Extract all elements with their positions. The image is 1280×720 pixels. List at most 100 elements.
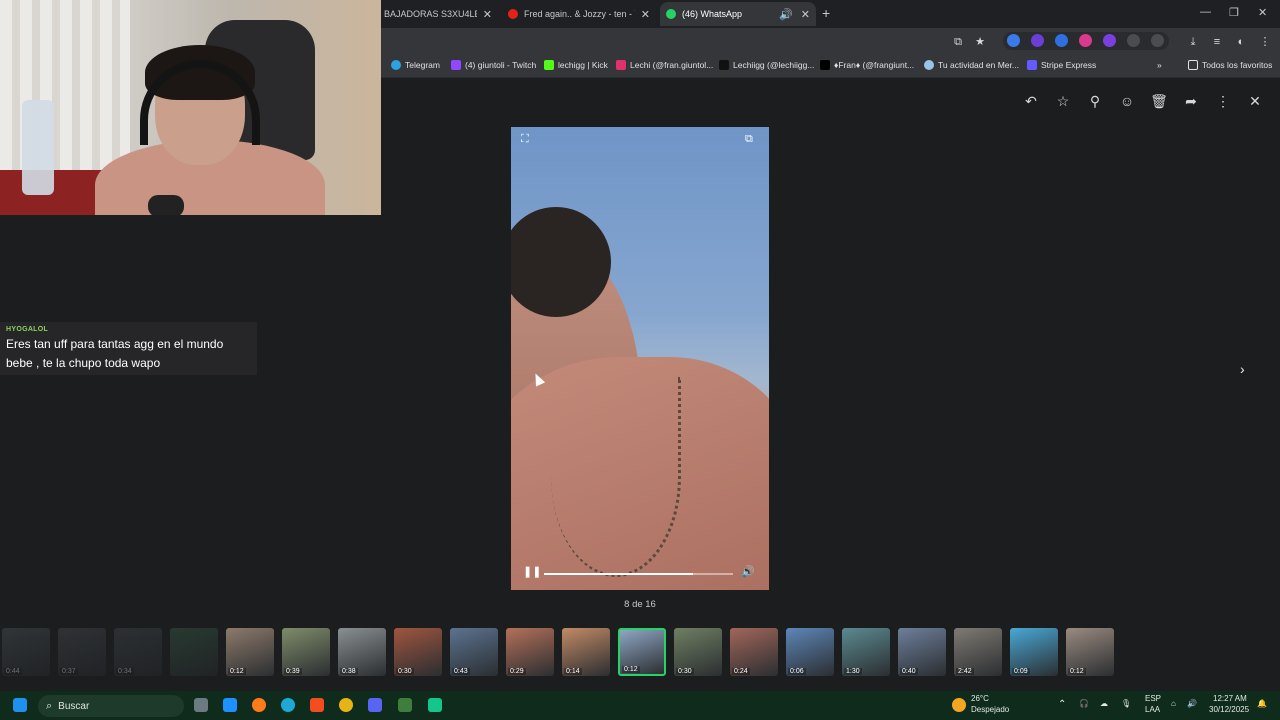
bookmark-tiktok[interactable]: Lechiigg (@lechiigg... — [719, 60, 814, 70]
close-viewer-icon[interactable]: ✕ — [1246, 93, 1264, 110]
bookmark-mercadolibre[interactable]: Tu actividad en Mer... — [924, 60, 1019, 70]
puzzle-icon[interactable] — [1151, 34, 1164, 47]
media-thumbnail[interactable] — [170, 628, 218, 676]
task-view-icon[interactable] — [194, 698, 208, 712]
media-thumbnail[interactable]: 0:24 — [730, 628, 778, 676]
language[interactable]: ESP — [1145, 694, 1161, 703]
tab-2[interactable]: Fred again.. & Jozzy - ten - You ✕ — [502, 2, 656, 26]
extension-icon[interactable] — [1031, 34, 1044, 47]
tab-1[interactable]: BAJADORAS S3XU4LES qu ✕ — [378, 2, 498, 26]
close-window-icon[interactable]: ✕ — [1258, 6, 1267, 19]
picture-in-picture-icon[interactable]: ⧉ — [745, 133, 753, 146]
media-thumbnail[interactable]: 0:34 — [114, 628, 162, 676]
media-icon[interactable]: ≡ — [1210, 35, 1224, 49]
star-icon[interactable]: ★ — [973, 35, 987, 49]
pin-icon[interactable]: ⚲ — [1086, 93, 1104, 110]
microphone-tray-icon[interactable]: 🎙 — [1121, 699, 1131, 708]
bookmark-instagram[interactable]: Lechi (@fran.giuntol... — [616, 60, 713, 70]
extension-icon[interactable] — [1007, 34, 1020, 47]
x-icon — [820, 60, 830, 70]
bookmark-telegram[interactable]: Telegram — [391, 60, 440, 70]
thumbnail-duration: 0:44 — [4, 668, 22, 675]
reply-icon[interactable]: ↶ — [1022, 93, 1040, 110]
notifications-icon[interactable]: 🔔 — [1257, 699, 1267, 708]
app-icon[interactable] — [398, 698, 412, 712]
thumbnail-duration: 0:12 — [228, 668, 246, 675]
bookmark-label: lechigg | Kick — [558, 60, 608, 70]
media-thumbnail[interactable]: 0:40 — [898, 628, 946, 676]
bookmark-x[interactable]: ♦Fran♦ (@frangiunt... — [820, 60, 914, 70]
media-thumbnail[interactable]: 0:43 — [450, 628, 498, 676]
more-options-icon[interactable]: ⋮ — [1214, 93, 1232, 110]
minimize-icon[interactable]: — — [1200, 6, 1211, 18]
weather-icon[interactable] — [952, 698, 966, 712]
media-thumbnail[interactable]: 1:30 — [842, 628, 890, 676]
media-thumbnail[interactable]: 0:12 — [1066, 628, 1114, 676]
thumbnail-duration: 0:37 — [60, 668, 78, 675]
more-bookmarks-icon[interactable]: » — [1157, 60, 1162, 70]
bookmark-twitch[interactable]: (4) giuntoli - Twitch — [451, 60, 536, 70]
close-icon[interactable]: ✕ — [641, 8, 650, 21]
bookmark-stripe[interactable]: Stripe Express — [1027, 60, 1096, 70]
media-thumbnail[interactable]: 0:30 — [674, 628, 722, 676]
media-thumbnail[interactable]: 0:30 — [394, 628, 442, 676]
volume-icon[interactable]: 🔊 — [741, 565, 755, 578]
chevron-up-icon[interactable]: ⌃ — [1058, 699, 1066, 710]
app-icon[interactable] — [428, 698, 442, 712]
fullscreen-icon[interactable]: ⛶ — [521, 133, 529, 146]
all-bookmarks[interactable]: Todos los favoritos — [1188, 60, 1272, 70]
install-app-icon[interactable]: ⧉ — [951, 35, 965, 49]
discord-icon[interactable] — [368, 698, 382, 712]
extension-icon[interactable] — [1127, 34, 1140, 47]
video-player[interactable]: ⛶ ⧉ ❚❚ 🔊 — [511, 127, 769, 590]
media-thumbnail[interactable]: 0:39 — [282, 628, 330, 676]
menu-icon[interactable]: ⋮ — [1258, 35, 1272, 49]
extension-icon[interactable] — [1055, 34, 1068, 47]
wifi-icon[interactable]: ⌂ — [1171, 699, 1176, 708]
media-thumbnail[interactable]: 2:42 — [954, 628, 1002, 676]
store-icon[interactable] — [223, 698, 237, 712]
new-tab-button[interactable]: + — [822, 5, 830, 21]
clock-date[interactable]: 30/12/2025 — [1209, 705, 1249, 714]
media-thumbnail[interactable]: 0:44 — [2, 628, 50, 676]
pause-icon[interactable]: ❚❚ — [523, 565, 541, 578]
close-icon[interactable]: ✕ — [483, 8, 492, 21]
media-thumbnail[interactable]: 0:14 — [562, 628, 610, 676]
media-thumbnail[interactable]: 0:29 — [506, 628, 554, 676]
keyboard-layout[interactable]: LAA — [1145, 705, 1160, 714]
headphones-icon[interactable]: 🎧 — [1079, 699, 1089, 708]
media-thumbnail[interactable]: 0:37 — [58, 628, 106, 676]
speaker-icon[interactable]: 🔊 — [779, 8, 793, 21]
chat-message: HYOGALOL Eres tan uff para tantas agg en… — [0, 322, 257, 375]
network-icon[interactable]: ☁ — [1100, 699, 1108, 708]
video-progress-bar[interactable] — [544, 573, 733, 575]
emoji-icon[interactable]: ☺ — [1118, 93, 1136, 109]
thumbnail-duration: 0:14 — [564, 668, 582, 675]
media-thumbnail[interactable]: 0:09 — [1010, 628, 1058, 676]
media-thumbnail[interactable]: 0:12 — [226, 628, 274, 676]
download-icon[interactable]: ⤓ — [1186, 35, 1200, 49]
bookmark-kick[interactable]: lechigg | Kick — [544, 60, 608, 70]
volume-tray-icon[interactable]: 🔊 — [1187, 699, 1197, 708]
forward-icon[interactable]: ➦ — [1182, 93, 1200, 110]
close-icon[interactable]: ✕ — [801, 8, 810, 21]
extension-icon[interactable] — [1103, 34, 1116, 47]
windows-start-icon[interactable] — [13, 698, 27, 712]
firefox-icon[interactable] — [252, 698, 266, 712]
clock-time[interactable]: 12:27 AM — [1213, 694, 1247, 703]
brave-icon[interactable] — [310, 698, 324, 712]
tab-3-active[interactable]: (46) WhatsApp 🔊 ✕ — [660, 2, 816, 26]
star-icon[interactable]: ☆ — [1054, 93, 1072, 110]
edge-icon[interactable] — [281, 698, 295, 712]
delete-icon[interactable]: 🗑 — [1150, 93, 1168, 110]
extension-icon[interactable] — [1079, 34, 1092, 47]
bookmark-label: (4) giuntoli - Twitch — [465, 60, 537, 70]
restore-icon[interactable]: ❐ — [1229, 6, 1239, 19]
chrome-icon[interactable] — [339, 698, 353, 712]
media-thumbnail[interactable]: 0:38 — [338, 628, 386, 676]
next-media-icon[interactable]: › — [1240, 361, 1245, 377]
media-thumbnail[interactable]: 0:12 — [618, 628, 666, 676]
taskbar-search[interactable]: ⌕ Buscar — [38, 695, 184, 717]
profile-icon[interactable]: ◐ — [1234, 35, 1248, 49]
media-thumbnail[interactable]: 0:06 — [786, 628, 834, 676]
